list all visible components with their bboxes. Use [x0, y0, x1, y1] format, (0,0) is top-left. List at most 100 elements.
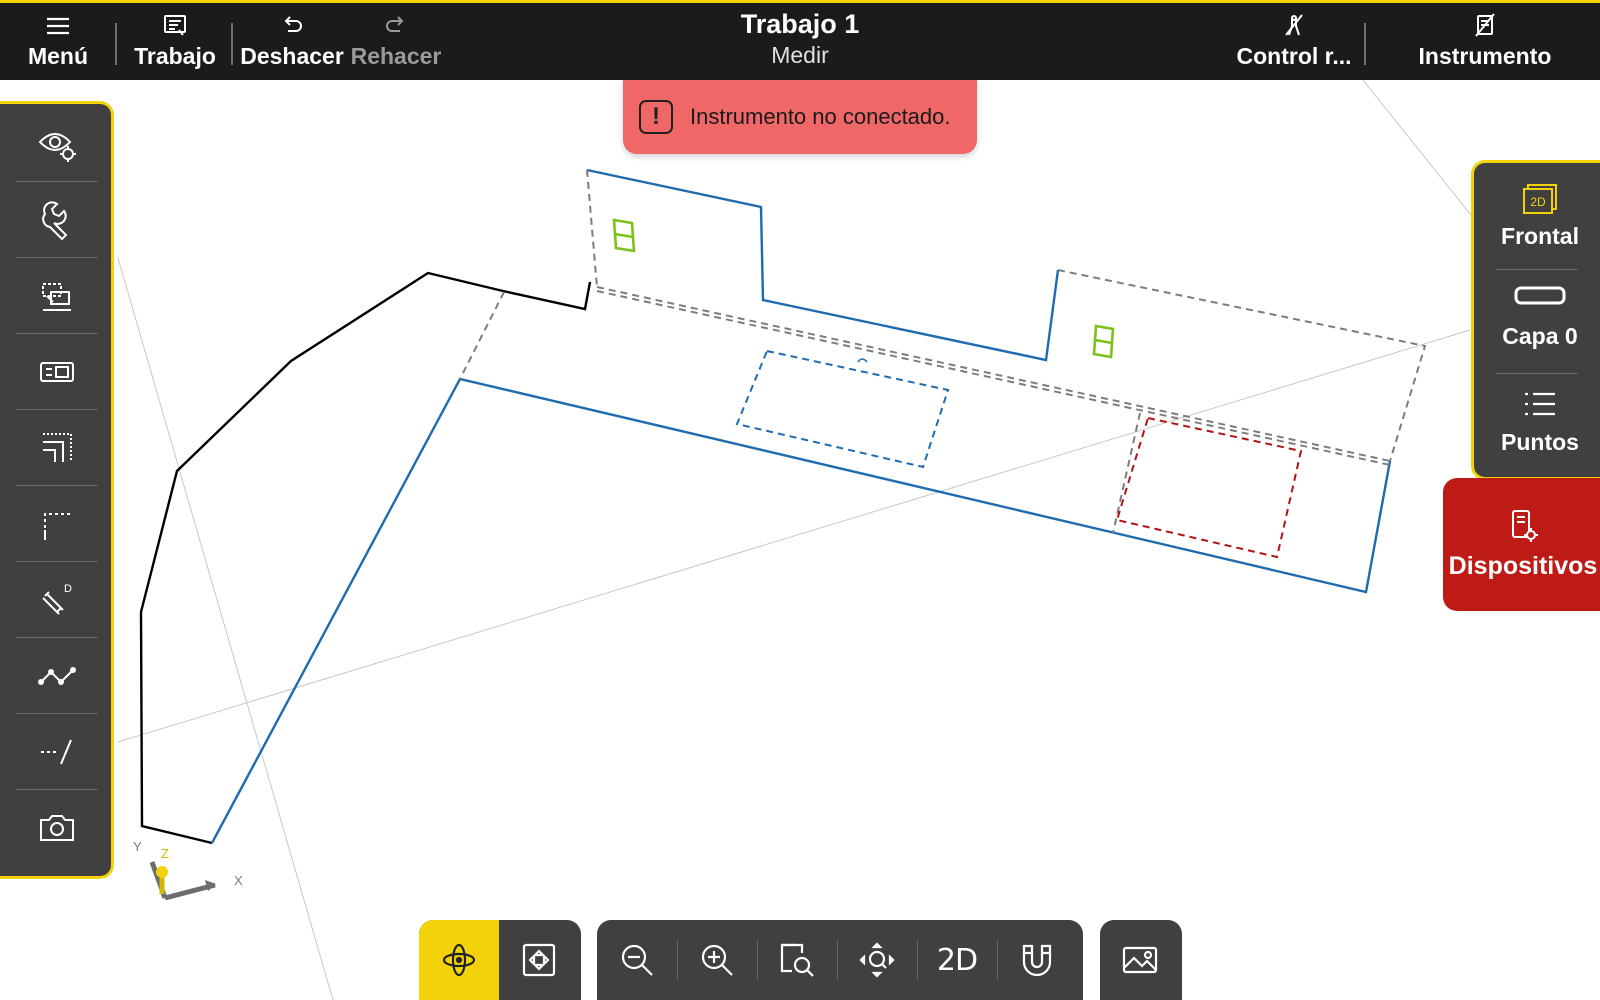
tools-tool[interactable]: [16, 182, 98, 258]
corner-tool[interactable]: [16, 486, 98, 562]
view-settings-tool[interactable]: [16, 106, 98, 182]
undo-icon: [284, 16, 302, 32]
blue-polyline: [586, 168, 1060, 362]
camera-icon: [40, 815, 74, 841]
background-image-button[interactable]: [1100, 920, 1180, 1000]
layers-select-icon: [42, 282, 71, 311]
redo-button[interactable]: Rehacer: [350, 3, 442, 80]
offset-tool[interactable]: [16, 410, 98, 486]
menu-button[interactable]: Menú: [24, 3, 92, 80]
two-d-label: 2D: [936, 942, 978, 978]
distance-measure-tool[interactable]: D: [16, 562, 98, 638]
distance-measure-icon: D: [42, 583, 72, 615]
magnet-icon: [1022, 944, 1052, 977]
toast-message: Instrumento no conectado.: [690, 104, 951, 129]
green-markers: [612, 218, 1115, 359]
title-block: Trabajo 1 Medir: [600, 9, 1000, 69]
divider: [1364, 23, 1366, 65]
outline-blue: [210, 168, 1392, 844]
dashed-line: [586, 169, 598, 288]
device-settings-icon: [1512, 510, 1538, 542]
dashed-rect-red: [1115, 416, 1303, 559]
remote-control-disconnected-icon: [1285, 14, 1303, 36]
camera-tool[interactable]: [16, 790, 98, 866]
view-label: Frontal: [1501, 223, 1579, 249]
fit-view-icon: [522, 943, 556, 977]
redo-label: Rehacer: [350, 43, 442, 69]
dashed-lines: [459, 169, 1427, 534]
top-bar: Menú Trabajo Deshacer Rehacer Trabajo 1 …: [0, 0, 1600, 80]
view-2d-button[interactable]: 2D: [917, 920, 997, 1000]
instrument-label: Instrumento: [1418, 43, 1552, 69]
divider: [231, 23, 233, 65]
instrument-warning-toast: ! Instrumento no conectado.: [623, 80, 977, 154]
job-label: Trabajo: [134, 43, 216, 69]
image-icon: [1122, 946, 1158, 974]
devices-label: Dispositivos: [1448, 552, 1598, 580]
job-icon: [164, 15, 186, 36]
background-group: [1100, 920, 1182, 1000]
layer-button[interactable]: Capa 0: [1474, 285, 1600, 350]
axes-triad: Y Z X: [133, 839, 243, 901]
zoom-in-button[interactable]: [677, 920, 757, 1000]
polyline-tool[interactable]: [16, 638, 98, 714]
small-arc-mark: [857, 358, 868, 363]
zoom-extents-button[interactable]: [499, 920, 579, 1000]
offset-lines-icon: [43, 432, 72, 462]
axis-z-head: [156, 866, 168, 878]
keyboard-entry-tool[interactable]: [16, 334, 98, 410]
remote-control-button[interactable]: Control r...: [1232, 3, 1356, 80]
blue-polyline: [210, 377, 1392, 844]
remote-control-label: Control r...: [1236, 43, 1352, 69]
extend-line-icon: [41, 739, 72, 764]
redo-icon: [386, 16, 404, 32]
orbit-icon: [442, 943, 476, 977]
right-panel: 2D Frontal Capa 0 Puntos: [1471, 160, 1600, 480]
divider: [1496, 269, 1578, 270]
extend-line-tool[interactable]: [16, 714, 98, 790]
warning-icon: !: [639, 100, 673, 134]
menu-label: Menú: [27, 43, 89, 69]
layer-icon: [1514, 286, 1566, 305]
svg-text:D: D: [64, 583, 72, 595]
zoom-window-button[interactable]: [757, 920, 837, 1000]
construction-lines: [117, 80, 1476, 1000]
construction-line: [117, 329, 1471, 743]
zoom-window-icon: [780, 943, 814, 977]
devices-button[interactable]: Dispositivos: [1443, 478, 1600, 611]
undo-button[interactable]: Deshacer: [240, 3, 344, 80]
orbit-button[interactable]: [419, 920, 499, 1000]
dashed-line: [459, 291, 505, 380]
svg-text:2D: 2D: [1530, 195, 1546, 209]
axis-x-label: X: [234, 873, 243, 888]
zoom-out-button[interactable]: [597, 920, 677, 1000]
drawing-canvas[interactable]: Y Z X: [0, 80, 1600, 1000]
left-tool-panel: D: [0, 101, 114, 879]
view-frontal-button[interactable]: 2D Frontal: [1474, 183, 1600, 250]
point-marker: [612, 218, 636, 253]
zoom-in-icon: [701, 944, 733, 976]
axis-y-label: Y: [133, 839, 142, 854]
view-settings-icon: [38, 132, 76, 162]
construction-line: [117, 257, 334, 1000]
polyline-icon: [38, 666, 76, 685]
dashed-line: [1057, 269, 1427, 462]
view-2d-icon: 2D: [1523, 184, 1557, 214]
job-title: Trabajo 1: [740, 9, 860, 39]
instrument-button[interactable]: Instrumento: [1410, 3, 1560, 80]
layer-label: Capa 0: [1502, 323, 1578, 349]
snap-magnet-button[interactable]: [997, 920, 1077, 1000]
zoom-out-icon: [621, 944, 653, 976]
job-button[interactable]: Trabajo: [132, 3, 218, 80]
layer-select-tool[interactable]: [16, 258, 98, 334]
zoom-group: 2D: [597, 920, 1083, 1000]
points-button[interactable]: Puntos: [1474, 389, 1600, 456]
undo-label: Deshacer: [240, 43, 344, 69]
divider: [1496, 373, 1578, 374]
navigation-mode-group: [419, 920, 581, 1000]
zoom-to-point-button[interactable]: [837, 920, 917, 1000]
wrench-icon: [42, 200, 68, 240]
instrument-disconnected-icon: [1475, 13, 1495, 37]
list-icon: [1525, 392, 1555, 416]
corner-icon: [44, 512, 73, 540]
